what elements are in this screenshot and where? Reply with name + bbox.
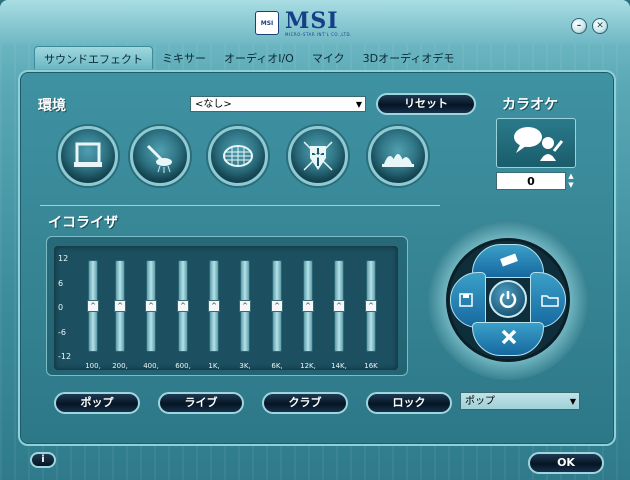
- eq-scale-label: 0: [58, 303, 64, 312]
- bathroom-icon[interactable]: [58, 126, 118, 186]
- knight-icon[interactable]: [288, 126, 348, 186]
- close-button[interactable]: ✕: [592, 18, 608, 34]
- karaoke-value-field[interactable]: 0: [496, 172, 566, 190]
- karaoke-spinner[interactable]: ▲ ▼: [567, 172, 575, 190]
- tab-microphone[interactable]: マイク: [303, 46, 354, 68]
- eq-frequency-label: 16K: [364, 362, 378, 370]
- preset-live-button[interactable]: ライブ: [158, 392, 244, 414]
- karaoke-label: カラオケ: [502, 97, 558, 113]
- title-bar: MSI MSI MICRO-STAR INT'L CO.,LTD. – ✕: [0, 0, 630, 44]
- chevron-down-icon: ▼: [569, 397, 576, 406]
- msi-shield-icon: MSI: [255, 11, 279, 35]
- eq-power-button[interactable]: [489, 280, 527, 318]
- preset-club-button[interactable]: クラブ: [262, 392, 348, 414]
- preset-rock-button[interactable]: ロック: [366, 392, 452, 414]
- delete-x-icon: [501, 329, 517, 345]
- logo-title: MSI: [285, 7, 339, 34]
- eq-frequency-label: 14K,: [331, 362, 347, 370]
- eq-slider-knob[interactable]: ^: [87, 300, 99, 312]
- reset-button[interactable]: リセット: [376, 93, 476, 115]
- environment-label: 環境: [38, 98, 66, 114]
- eq-frequency-label: 100,: [85, 362, 101, 370]
- ok-button[interactable]: OK: [528, 452, 604, 474]
- power-icon: [499, 291, 517, 308]
- eq-preset-select-value: ポップ: [465, 396, 495, 407]
- spin-up-icon[interactable]: ▲: [567, 172, 575, 181]
- eq-frequency-label: 400,: [143, 362, 159, 370]
- eq-slider-knob[interactable]: ^: [114, 300, 126, 312]
- save-icon: [459, 293, 473, 307]
- eq-slider-knob[interactable]: ^: [333, 300, 345, 312]
- info-button[interactable]: i: [30, 452, 56, 468]
- tab-audio-io[interactable]: オーディオI/O: [215, 46, 303, 68]
- msi-logo: MSI MSI MICRO-STAR INT'L CO.,LTD.: [255, 8, 367, 38]
- eq-frequency-label: 200,: [112, 362, 128, 370]
- karaoke-singer-icon: [514, 127, 564, 161]
- eq-scale-label: -12: [58, 352, 72, 361]
- eq-slider-knob[interactable]: ^: [302, 300, 314, 312]
- equalizer-label: イコライザ: [48, 215, 118, 231]
- eq-scale-label: 12: [58, 254, 69, 263]
- tab-3d-audio-demo[interactable]: 3Dオーディオデモ: [354, 46, 464, 68]
- eq-frequency-label: 600,: [175, 362, 191, 370]
- environment-select-value: <なし>: [195, 99, 232, 110]
- minimize-button[interactable]: –: [571, 18, 587, 34]
- app-window: MSI MSI MICRO-STAR INT'L CO.,LTD. – ✕ サウ…: [0, 0, 630, 480]
- tab-sound-effects[interactable]: サウンドエフェクト: [34, 46, 153, 69]
- folder-icon: [541, 295, 559, 307]
- preset-pop-button[interactable]: ポップ: [54, 392, 140, 414]
- eq-slider-knob[interactable]: ^: [239, 300, 251, 312]
- eq-frequency-label: 6K,: [271, 362, 283, 370]
- opera-house-icon[interactable]: [368, 126, 428, 186]
- eq-slider-knob[interactable]: ^: [145, 300, 157, 312]
- chevron-down-icon: ▼: [355, 100, 362, 109]
- eq-slider-knob[interactable]: ^: [177, 300, 189, 312]
- shower-icon[interactable]: [130, 126, 190, 186]
- eraser-icon: [500, 253, 518, 267]
- spin-down-icon[interactable]: ▼: [567, 181, 575, 190]
- eq-preset-select[interactable]: ポップ ▼: [460, 392, 580, 410]
- eq-slider-knob[interactable]: ^: [365, 300, 377, 312]
- eq-slider-knob[interactable]: ^: [208, 300, 220, 312]
- section-divider: [40, 205, 440, 206]
- eq-frequency-label: 3K,: [239, 362, 251, 370]
- stadium-icon[interactable]: [208, 126, 268, 186]
- logo-subtitle: MICRO-STAR INT'L CO.,LTD.: [285, 31, 352, 37]
- eq-scale-label: -6: [58, 328, 66, 337]
- environment-select[interactable]: <なし> ▼: [190, 96, 366, 112]
- eq-frequency-label: 1K,: [208, 362, 220, 370]
- eq-slider-knob[interactable]: ^: [271, 300, 283, 312]
- karaoke-icon-box: [496, 118, 576, 168]
- eq-frequency-label: 12K,: [300, 362, 316, 370]
- tab-mixer[interactable]: ミキサー: [153, 46, 215, 68]
- tab-bar: サウンドエフェクト ミキサー オーディオI/O マイク 3Dオーディオデモ: [34, 46, 463, 69]
- eq-scale-label: 6: [58, 279, 64, 288]
- equalizer-panel: [54, 246, 398, 370]
